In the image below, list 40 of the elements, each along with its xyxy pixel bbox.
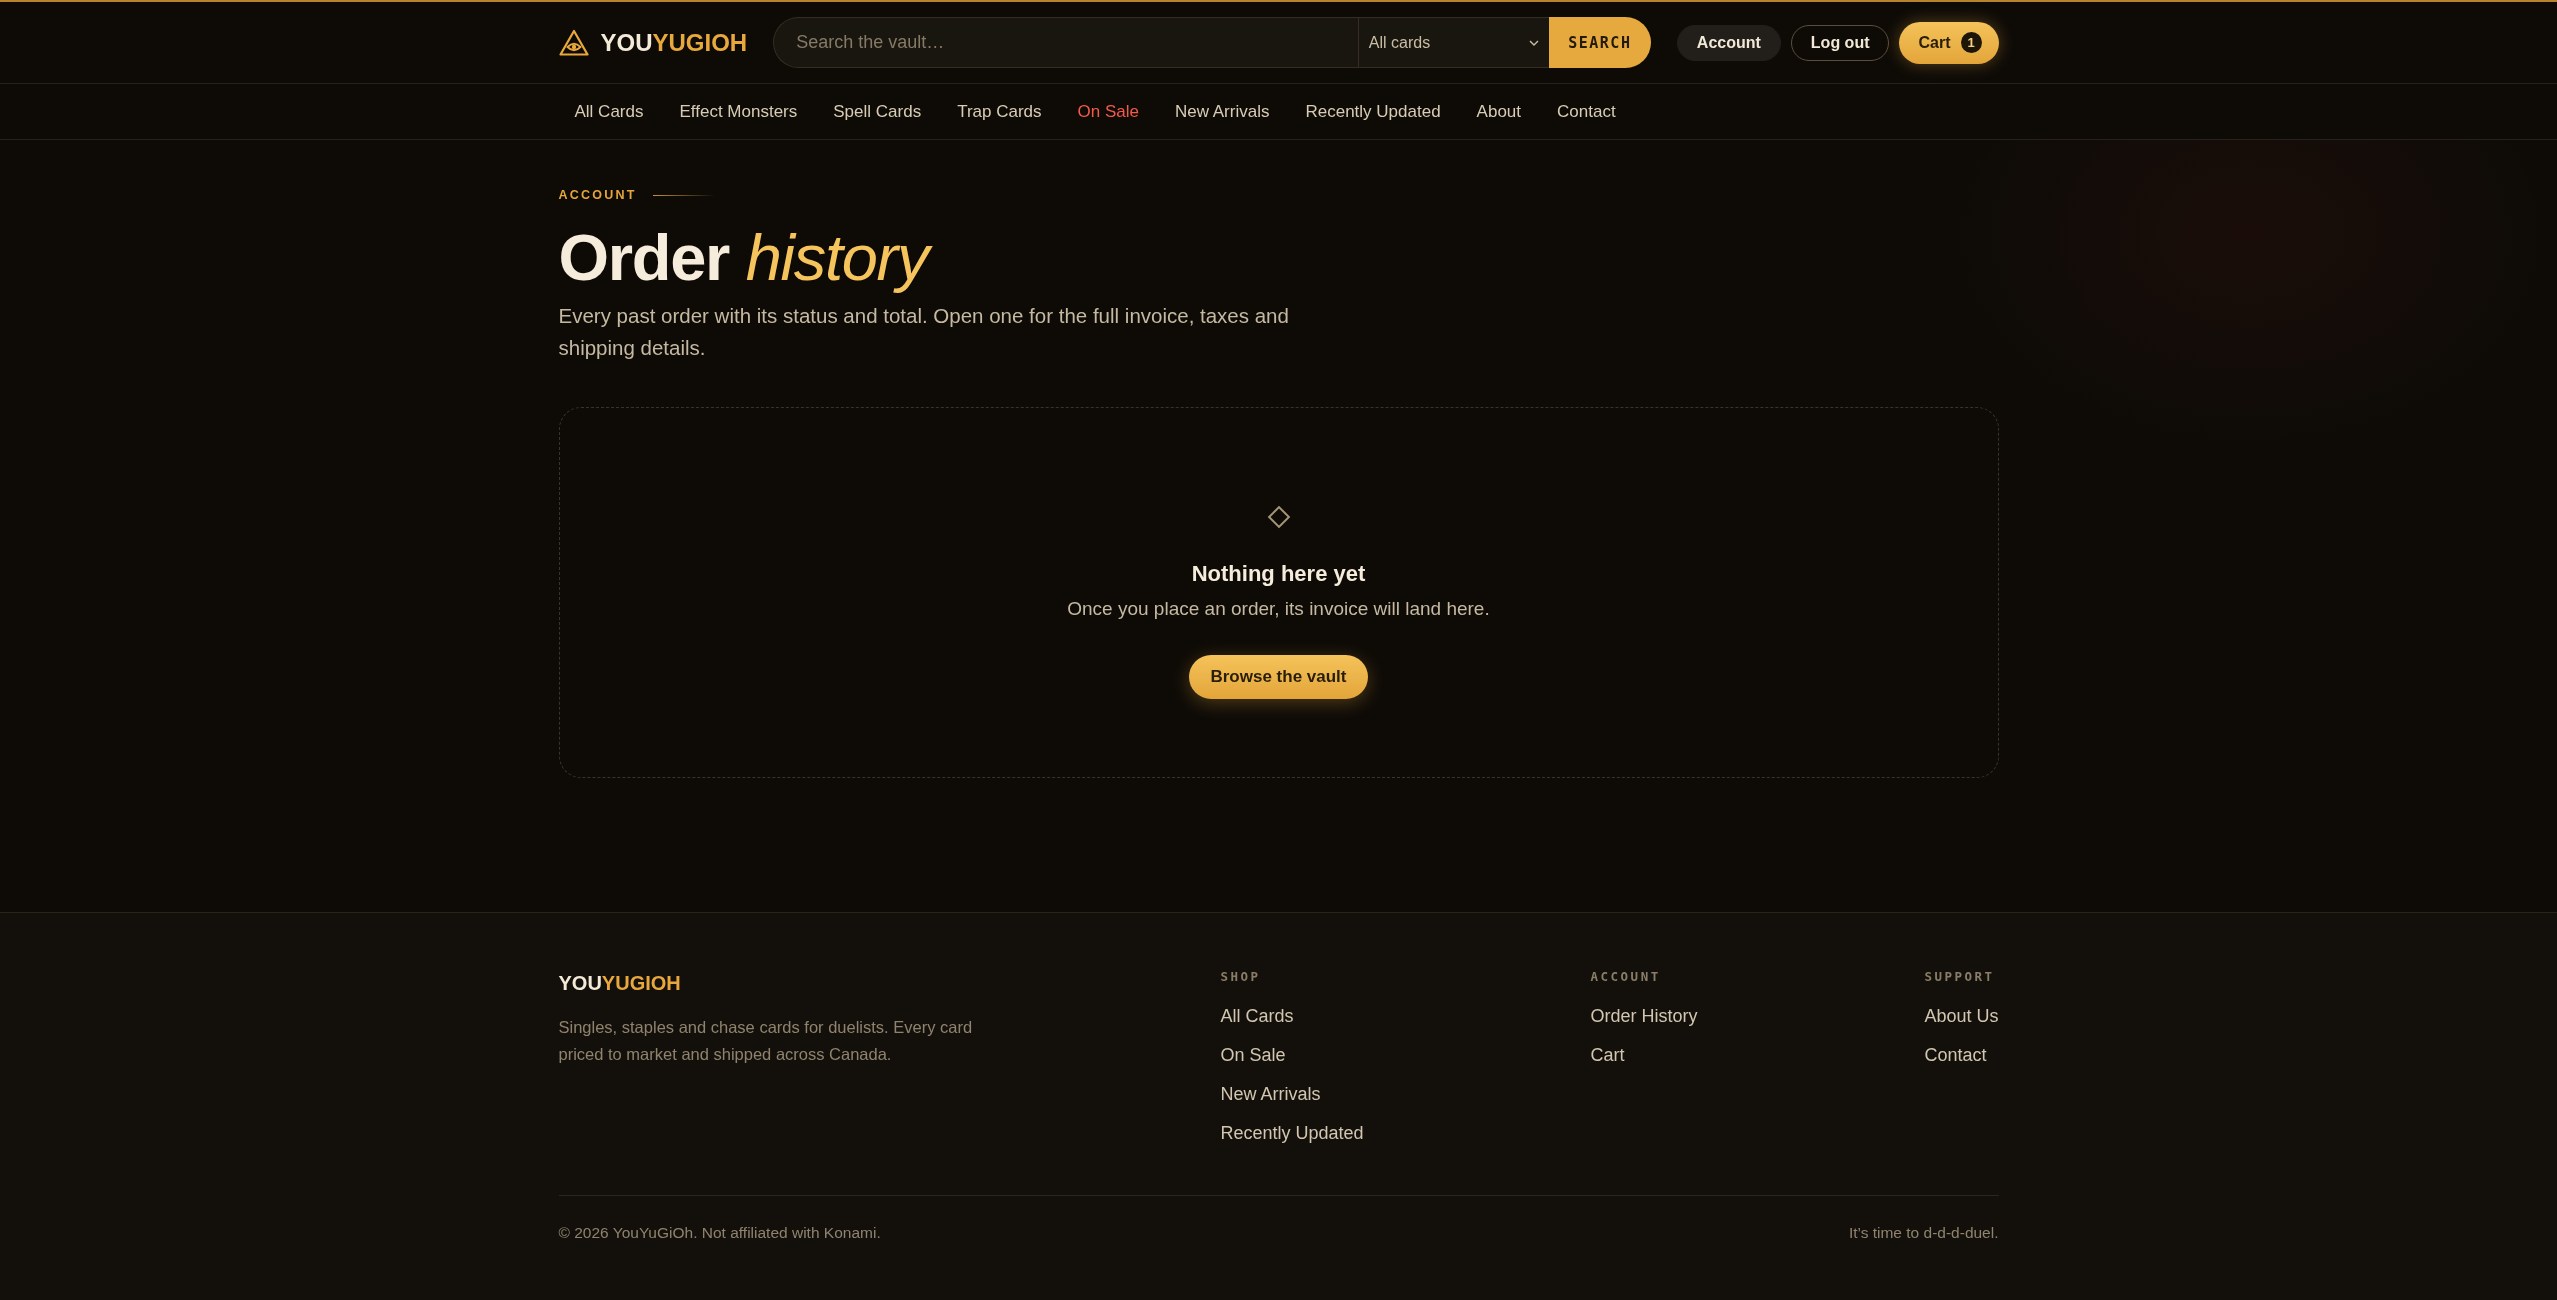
- footer-link[interactable]: New Arrivals: [1220, 1082, 1321, 1106]
- footer-link[interactable]: Recently Updated: [1220, 1121, 1364, 1145]
- nav-link[interactable]: About: [1459, 101, 1540, 122]
- column-heading: ACCOUNT: [1590, 968, 1662, 986]
- footer-logo: YOUYUGIOH: [558, 971, 682, 996]
- column-heading: SHOP: [1220, 968, 1262, 986]
- nav-link[interactable]: Spell Cards: [815, 101, 940, 122]
- search-button[interactable]: SEARCH: [1548, 17, 1651, 68]
- nav-link[interactable]: Recently Updated: [1287, 101, 1460, 122]
- footer-description: Singles, staples and chase cards for duelists. Every card priced to market and shipped across Canada.: [558, 1017, 974, 1065]
- eyebrow-label: ACCOUNT: [558, 188, 637, 202]
- logo-link[interactable]: YOUYUGIOH: [558, 28, 748, 57]
- page-title: Order history: [558, 222, 1999, 294]
- category-select[interactable]: All cards: [1357, 17, 1549, 68]
- footer-link[interactable]: All Cards: [1220, 1004, 1294, 1028]
- page-description: Every past order with its status and total. Open one for the full invoice, taxes and shipping details.: [558, 303, 1290, 361]
- diamond-icon: [1265, 504, 1292, 530]
- nav-link[interactable]: New Arrivals: [1157, 101, 1288, 122]
- header-button[interactable]: Account: [1676, 24, 1781, 61]
- triangle-eye-icon: [558, 29, 589, 56]
- count-badge: 1: [1960, 32, 1982, 53]
- column-heading: SUPPORT: [1924, 968, 1996, 986]
- nav-link[interactable]: On Sale: [1060, 101, 1158, 122]
- header-button[interactable]: Cart 1: [1899, 21, 1999, 64]
- footer-link[interactable]: About Us: [1924, 1004, 1999, 1028]
- copyright-text: © 2026 YouYuGiOh. Not affiliated with Konami.: [558, 1223, 881, 1243]
- browse-button[interactable]: Browse the vault: [1189, 655, 1368, 699]
- nav-link[interactable]: All Cards: [557, 101, 662, 122]
- footer-link[interactable]: On Sale: [1220, 1043, 1286, 1067]
- footer-link[interactable]: Contact: [1924, 1043, 1987, 1067]
- chevron-down-icon: [1528, 39, 1539, 46]
- empty-state-message: Once you place an order, its invoice will land here.: [1067, 597, 1490, 621]
- nav-link[interactable]: Trap Cards: [939, 101, 1061, 122]
- nav-link[interactable]: Effect Monsters: [661, 101, 816, 122]
- tagline-text: It’s time to d-d-d-duel.: [1848, 1223, 1999, 1243]
- footer-link[interactable]: Cart: [1590, 1043, 1625, 1067]
- footer-link[interactable]: Order History: [1590, 1004, 1698, 1028]
- search-field[interactable]: Search the vault…: [773, 17, 1358, 68]
- empty-state-title: Nothing here yet: [1191, 560, 1366, 588]
- nav-link[interactable]: Contact: [1539, 101, 1635, 122]
